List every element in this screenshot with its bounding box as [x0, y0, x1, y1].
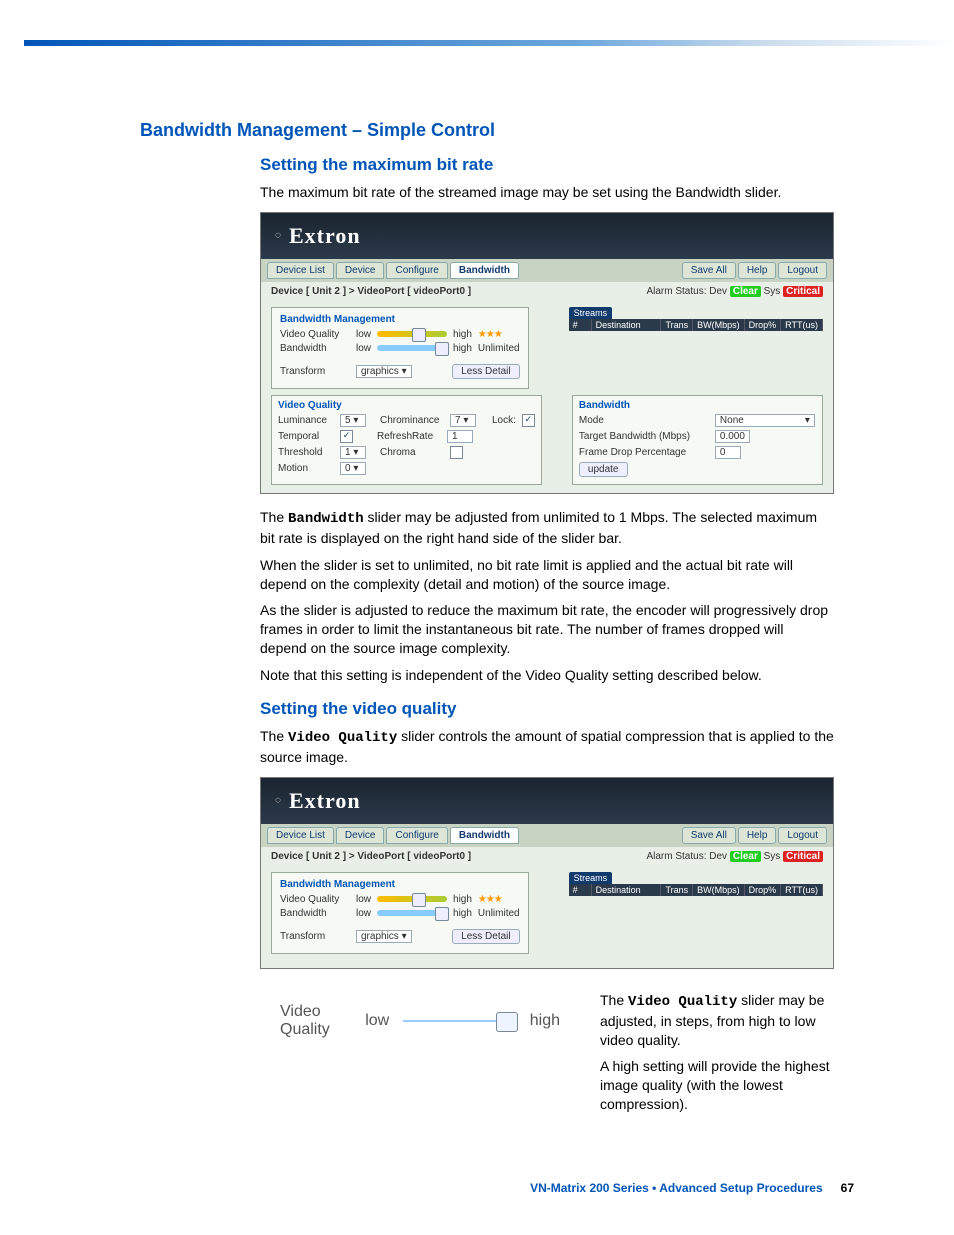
app-screenshot-1: ◌ Extron Device List Device Configure Ba…	[260, 212, 834, 494]
brand-name: Extron	[289, 788, 361, 814]
tab-device-list[interactable]: Device List	[267, 827, 334, 844]
alarm-status: Alarm Status: Dev Clear Sys Critical	[646, 286, 823, 297]
logout-button[interactable]: Logout	[778, 262, 827, 279]
paragraph: The Bandwidth slider may be adjusted fro…	[260, 508, 834, 548]
tab-bandwidth[interactable]: Bandwidth	[450, 827, 519, 844]
subsection-heading-vq: Setting the video quality	[260, 699, 834, 719]
page-number: 67	[841, 1181, 854, 1195]
paragraph: As the slider is adjusted to reduce the …	[260, 601, 834, 658]
star-icon: ★★★	[478, 894, 502, 905]
alarm-sys-badge: Critical	[783, 286, 823, 297]
label-transform: Transform	[280, 366, 350, 377]
app-screenshot-2: ◌ Extron Device List Device Configure Ba…	[260, 777, 834, 969]
bandwidth-slider[interactable]	[377, 345, 447, 351]
save-all-button[interactable]: Save All	[682, 827, 736, 844]
streams-tab[interactable]: Streams	[569, 307, 613, 319]
save-all-button[interactable]: Save All	[682, 262, 736, 279]
paragraph: The Video Quality slider may be adjusted…	[600, 991, 834, 1050]
lock-checkbox[interactable]	[522, 414, 535, 427]
transform-select[interactable]: graphics ▾	[356, 365, 412, 378]
panel-title-bm: Bandwidth Management	[280, 314, 520, 325]
frame-drop-input[interactable]: 0	[715, 446, 741, 459]
bandwidth-readout: Unlimited	[478, 343, 520, 354]
vq-demo-label: Video Quality	[280, 1003, 351, 1039]
alarm-dev-badge: Clear	[730, 851, 761, 862]
refresh-rate-input[interactable]: 1	[447, 430, 473, 443]
breadcrumb: Device [ Unit 2 ] > VideoPort [ videoPor…	[271, 851, 471, 862]
logo-icon: ◌	[275, 230, 281, 241]
less-detail-button[interactable]: Less Detail	[452, 364, 519, 379]
tab-device-list[interactable]: Device List	[267, 262, 334, 279]
streams-table-header: # Destination Trans BW(Mbps) Drop% RTT(u…	[569, 319, 823, 331]
logout-button[interactable]: Logout	[778, 827, 827, 844]
bandwidth-slider[interactable]	[377, 910, 447, 916]
mode-select[interactable]: None▾	[715, 414, 815, 427]
chrominance-select[interactable]: 7 ▾	[450, 414, 476, 427]
alarm-status: Alarm Status: Dev Clear Sys Critical	[646, 851, 823, 862]
subsection-heading-bitrate: Setting the maximum bit rate	[260, 155, 834, 175]
vq-demo-track	[403, 1020, 516, 1022]
app-tabs: Device List Device Configure Bandwidth S…	[261, 824, 833, 847]
tab-configure[interactable]: Configure	[386, 262, 447, 279]
paragraph: A high setting will provide the highest …	[600, 1057, 834, 1114]
tab-bandwidth[interactable]: Bandwidth	[450, 262, 519, 279]
page-footer: VN-Matrix 200 Series • Advanced Setup Pr…	[530, 1181, 854, 1195]
help-button[interactable]: Help	[738, 827, 777, 844]
threshold-select[interactable]: 1 ▾	[340, 446, 366, 459]
luminance-select[interactable]: 5 ▾	[340, 414, 366, 427]
panel-title-vq: Video Quality	[278, 400, 535, 411]
alarm-sys-badge: Critical	[783, 851, 823, 862]
transform-select[interactable]: graphics ▾	[356, 930, 412, 943]
tab-configure[interactable]: Configure	[386, 827, 447, 844]
app-titlebar: ◌ Extron	[261, 213, 833, 259]
chroma-checkbox[interactable]	[450, 446, 463, 459]
brand-name: Extron	[289, 223, 361, 249]
tab-device[interactable]: Device	[336, 827, 385, 844]
vq-demo-thumb	[496, 1012, 518, 1032]
app-titlebar: ◌ Extron	[261, 778, 833, 824]
paragraph: When the slider is set to unlimited, no …	[260, 556, 834, 594]
section-heading: Bandwidth Management – Simple Control	[140, 120, 854, 141]
update-button[interactable]: update	[579, 462, 628, 477]
label-video-quality: Video Quality	[280, 329, 350, 340]
video-quality-slider[interactable]	[377, 331, 447, 337]
app-tabs: Device List Device Configure Bandwidth S…	[261, 259, 833, 282]
paragraph: Note that this setting is independent of…	[260, 666, 834, 685]
video-quality-slider[interactable]	[377, 896, 447, 902]
breadcrumb: Device [ Unit 2 ] > VideoPort [ videoPor…	[271, 286, 471, 297]
motion-select[interactable]: 0 ▾	[340, 462, 366, 475]
help-button[interactable]: Help	[738, 262, 777, 279]
label-bandwidth: Bandwidth	[280, 343, 350, 354]
video-quality-slider-diagram: Video Quality low high	[280, 1003, 560, 1039]
streams-table-header: # Destination Trans BW(Mbps) Drop% RTT(u…	[569, 884, 823, 896]
less-detail-button[interactable]: Less Detail	[452, 929, 519, 944]
paragraph: The maximum bit rate of the streamed ima…	[260, 183, 834, 202]
target-bw-input[interactable]: 0.000	[715, 430, 750, 443]
tab-device[interactable]: Device	[336, 262, 385, 279]
paragraph: The Video Quality slider controls the am…	[260, 727, 834, 767]
streams-tab[interactable]: Streams	[569, 872, 613, 884]
alarm-dev-badge: Clear	[730, 286, 761, 297]
page-top-gradient	[24, 40, 954, 46]
panel-title-bw: Bandwidth	[579, 400, 816, 411]
temporal-checkbox[interactable]	[340, 430, 353, 443]
logo-icon: ◌	[275, 795, 281, 806]
panel-title-bm: Bandwidth Management	[280, 879, 520, 890]
star-icon: ★★★	[478, 329, 502, 340]
